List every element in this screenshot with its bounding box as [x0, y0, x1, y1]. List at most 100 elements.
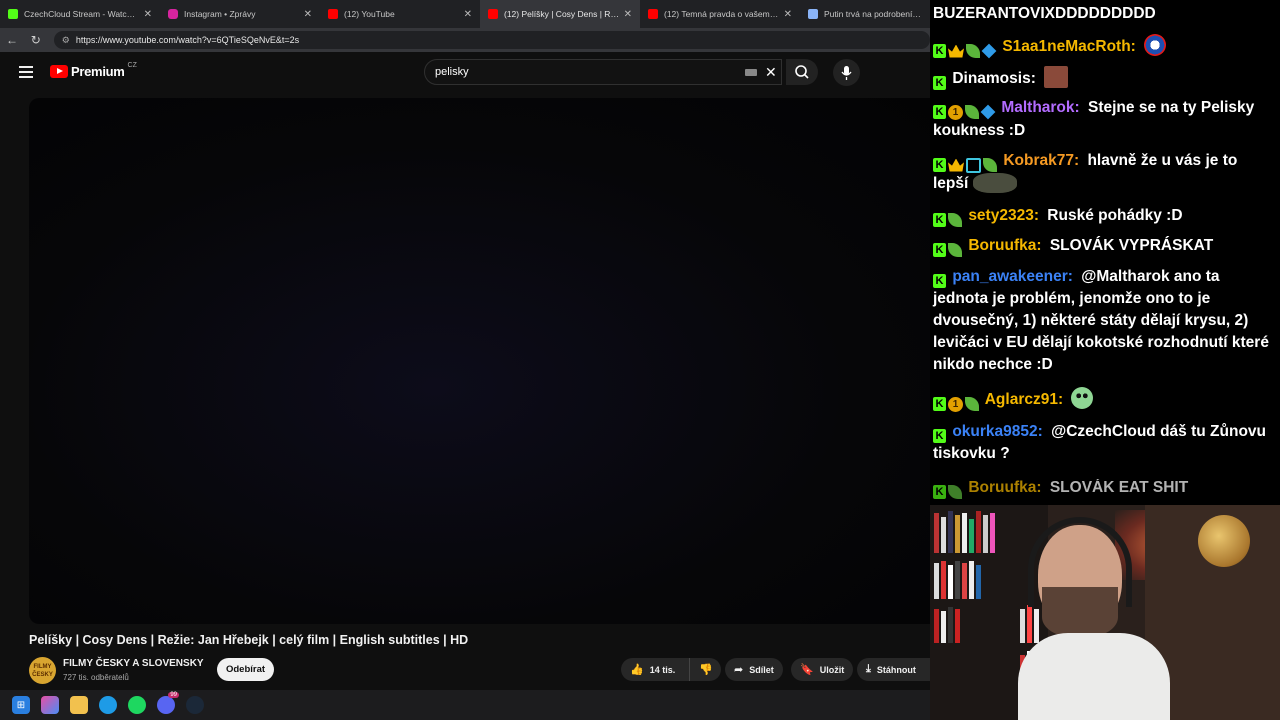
- url-field[interactable]: ⚙ https://www.youtube.com/watch?v=6QTieS…: [53, 31, 930, 49]
- kick-badge-icon: K: [933, 105, 946, 119]
- slovak-flag-emote: [1144, 34, 1167, 56]
- discord-icon[interactable]: 99: [157, 692, 179, 714]
- windows-start-icon[interactable]: ⊞: [12, 696, 30, 714]
- leaf-badge-icon: [966, 44, 980, 58]
- share-label: Sdílet: [749, 664, 774, 675]
- youtube-favicon-icon: [648, 9, 658, 19]
- back-arrow-icon[interactable]: ←: [0, 33, 24, 47]
- save-button[interactable]: 🔖 Uložit: [791, 658, 854, 681]
- steam-icon[interactable]: [186, 696, 204, 714]
- user-badges: K: [933, 274, 948, 288]
- chat-username[interactable]: sety2323:: [968, 207, 1039, 224]
- search-box: ✕: [424, 59, 782, 85]
- chat-username[interactable]: Aglarcz91:: [985, 391, 1063, 408]
- browser-tab[interactable]: Putin trvá na podrobení Ukraj: [800, 0, 930, 28]
- browser-tab[interactable]: (12) YouTube ✕: [320, 0, 480, 28]
- video-player[interactable]: [29, 98, 930, 624]
- instagram-favicon-icon: [168, 9, 178, 19]
- file-explorer-icon[interactable]: [70, 696, 88, 714]
- user-badges: K: [933, 43, 998, 59]
- kick-badge-icon: K: [933, 274, 946, 288]
- close-icon[interactable]: ✕: [304, 9, 312, 20]
- leaf-badge-icon: [948, 485, 962, 499]
- user-badges: K: [933, 76, 948, 90]
- chat-username[interactable]: Boruufka:: [968, 237, 1041, 254]
- kick-badge-icon: K: [933, 158, 946, 172]
- channel-avatar[interactable]: FILMY ČESKY: [29, 657, 56, 684]
- screen: CzechCloud Stream - Watch Live o ✕ Insta…: [0, 0, 1280, 720]
- browser-tab-active[interactable]: (12) Pelíšky | Cosy Dens | Režie: Jan ✕: [480, 0, 640, 28]
- browser-window: CzechCloud Stream - Watch Live o ✕ Insta…: [0, 0, 930, 690]
- search-icon: [795, 65, 809, 79]
- menu-icon[interactable]: [19, 66, 33, 78]
- search-button[interactable]: [786, 59, 818, 85]
- kick-badge-icon: K: [933, 397, 946, 411]
- close-icon[interactable]: ✕: [464, 9, 472, 20]
- stream-chat: BUZERANTOVIXDDDDDDDDD K S1aa1neMacRoth: …: [930, 0, 1280, 505]
- kick-badge-icon: K: [933, 76, 946, 90]
- kick-favicon-icon: [8, 9, 18, 19]
- close-icon[interactable]: ✕: [144, 9, 152, 20]
- keyboard-icon[interactable]: [745, 69, 757, 76]
- download-label: Stáhnout: [876, 664, 916, 675]
- chat-username[interactable]: Boruufka:: [968, 479, 1041, 496]
- share-arrow-icon: ➦: [734, 664, 744, 676]
- notification-badge: 99: [168, 692, 179, 698]
- spotify-icon[interactable]: [128, 696, 146, 714]
- browser-tab[interactable]: Instagram • Zprávy ✕: [160, 0, 320, 28]
- copilot-icon[interactable]: [41, 696, 59, 714]
- globe: [1198, 515, 1250, 567]
- chat-username[interactable]: Dinamosis:: [952, 70, 1036, 87]
- browser-tab[interactable]: (12) Temná pravda o vašem oble ✕: [640, 0, 800, 28]
- kick-badge-icon: K: [933, 485, 946, 499]
- news-favicon-icon: [808, 9, 818, 19]
- clear-search-icon[interactable]: ✕: [765, 64, 777, 81]
- leaf-badge-icon: [948, 213, 962, 227]
- download-button[interactable]: ⤓ Stáhnout: [857, 658, 930, 681]
- youtube-header: Premium CZ ✕: [0, 52, 930, 94]
- grid-badge-icon: [966, 157, 981, 173]
- reload-icon[interactable]: ↻: [24, 33, 48, 47]
- tab-label: CzechCloud Stream - Watch Live o: [24, 9, 140, 19]
- tab-label: (12) Temná pravda o vašem oble: [664, 9, 780, 19]
- chat-username[interactable]: Kobrak77:: [1003, 152, 1079, 169]
- microphone-icon: [841, 66, 852, 80]
- kick-badge-icon: K: [933, 243, 946, 257]
- chat-text: SLOVÁK VYPRÁSKAT: [1049, 237, 1214, 254]
- subscribe-button[interactable]: Odebírat: [217, 658, 274, 681]
- chat-text: SLOVÁK EAT SHIT: [1049, 479, 1189, 496]
- voice-search-button[interactable]: [833, 59, 860, 86]
- chat-username[interactable]: Maltharok:: [1001, 99, 1079, 116]
- close-icon[interactable]: ✕: [784, 9, 792, 20]
- channel-name[interactable]: FILMY ČESKY A SLOVENSKY: [63, 658, 204, 669]
- video-title: Pelíšky | Cosy Dens | Režie: Jan Hřebejk…: [29, 633, 469, 647]
- youtube-favicon-icon: [488, 9, 498, 19]
- like-count: 14 tis.: [649, 664, 676, 675]
- tab-label: (12) YouTube: [344, 9, 395, 19]
- leaf-badge-icon: [965, 397, 979, 411]
- chat-text: BUZERANTOVIXDDDDDDDDD: [933, 5, 1156, 22]
- search-input[interactable]: [425, 60, 725, 84]
- user-badges: K: [933, 213, 964, 227]
- chat-message: K Kobrak77: hlavně že u vás je to lepší: [933, 150, 1273, 195]
- dislike-button[interactable]: 👎: [689, 658, 721, 681]
- close-icon[interactable]: ✕: [624, 9, 632, 20]
- youtube-play-icon: [50, 65, 68, 78]
- browser-tab[interactable]: CzechCloud Stream - Watch Live o ✕: [0, 0, 160, 28]
- chat-text: Ruské pohádky :D: [1047, 207, 1183, 224]
- user-badges: K: [933, 485, 964, 499]
- share-button[interactable]: ➦ Sdílet: [725, 658, 783, 681]
- like-button[interactable]: 👍 14 tis.: [621, 658, 689, 681]
- chat-message: K1 Aglarcz91:: [933, 387, 1273, 412]
- edge-browser-icon[interactable]: [99, 696, 117, 714]
- youtube-logo[interactable]: Premium CZ: [50, 62, 137, 79]
- kick-badge-icon: K: [933, 44, 946, 58]
- tab-label: Instagram • Zprávy: [184, 9, 256, 19]
- chat-username[interactable]: S1aa1neMacRoth:: [1002, 38, 1136, 55]
- logo-region: CZ: [127, 62, 137, 69]
- kick-badge-icon: K: [933, 429, 946, 443]
- chat-username[interactable]: okurka9852:: [952, 423, 1042, 440]
- site-info-icon[interactable]: ⚙: [62, 35, 70, 46]
- chat-username[interactable]: pan_awakeener:: [952, 268, 1073, 285]
- toad-emote: [972, 172, 1017, 193]
